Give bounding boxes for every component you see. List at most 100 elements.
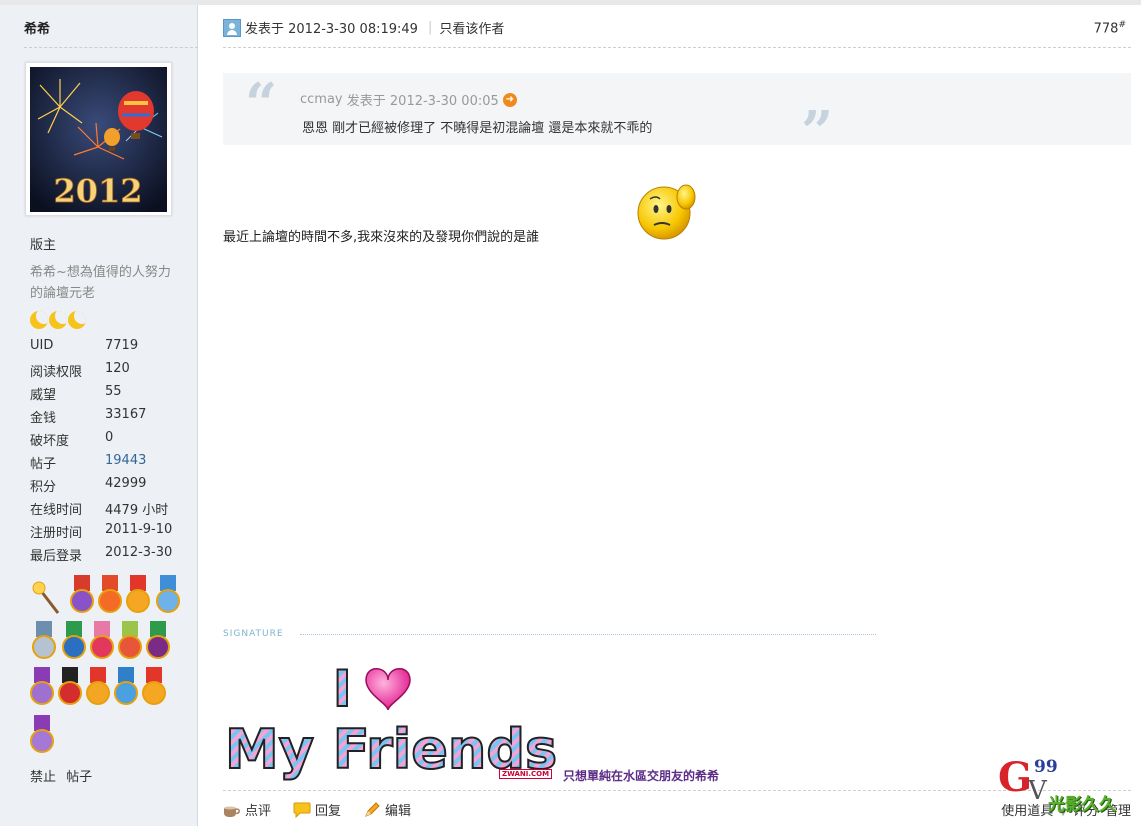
medal-icon[interactable] xyxy=(58,667,82,707)
signature-image: I My Friends! xyxy=(224,659,558,782)
moon-icon xyxy=(68,311,86,329)
stat-label: 在线时间 xyxy=(30,503,83,518)
medal-icon[interactable] xyxy=(32,621,56,661)
medal-icon[interactable] xyxy=(86,667,110,707)
ban-link[interactable]: 禁止 xyxy=(30,770,56,785)
stat-value: 2011-9-10 xyxy=(105,522,173,537)
stat-label: 注册时间 xyxy=(30,526,83,541)
medal-icon[interactable] xyxy=(156,575,180,615)
goto-quote-icon[interactable]: ➜ xyxy=(502,92,517,107)
watermark-text: 光影久久 xyxy=(1048,795,1116,815)
stat-value: 42999 xyxy=(105,476,147,491)
stat-label: 威望 xyxy=(30,388,57,403)
stat-value: 0 xyxy=(105,430,114,445)
signature-label: SIGNATURE xyxy=(223,629,284,639)
medal-icon[interactable] xyxy=(142,667,166,707)
medal-icon[interactable] xyxy=(90,621,114,661)
stat-label: 阅读权限 xyxy=(30,365,83,380)
header-separator: | xyxy=(427,20,433,35)
stat-row: 破坏度 0 xyxy=(30,430,190,453)
quote-body: 恩恩 剛才已經被修理了 不曉得是初混論壇 還是本來就不乖的 xyxy=(302,121,653,136)
stat-value: 33167 xyxy=(105,407,147,422)
medal-icon[interactable] xyxy=(62,621,86,661)
floor-mark: # xyxy=(1118,20,1126,30)
stat-row: 在线时间 4479 小时 xyxy=(30,499,190,522)
stat-row: UID 7719 xyxy=(30,338,190,361)
stat-row: 威望 55 xyxy=(30,384,190,407)
stat-label: 破坏度 xyxy=(30,434,70,449)
edit-button[interactable]: 编辑 xyxy=(363,800,411,819)
stat-label: 积分 xyxy=(30,480,57,495)
edit-label: 编辑 xyxy=(385,804,412,819)
author-role: 版主 xyxy=(30,238,57,253)
only-author-link[interactable]: 只看该作者 xyxy=(439,18,504,37)
quote-block: “ ccmay 发表于 2012-3-30 00:05 ➜ 恩恩 剛才已經被修理… xyxy=(223,71,1131,165)
watermark-v: V xyxy=(1028,776,1047,806)
coffee-cup-icon xyxy=(224,806,240,817)
stat-label: 最后登录 xyxy=(30,549,83,564)
quote-time: 发表于 2012-3-30 00:05 xyxy=(346,94,499,109)
zwani-badge: ZWANI.COM xyxy=(499,769,553,779)
signature-image-line1: I xyxy=(333,660,352,718)
author-title-line2: 的論壇元老 xyxy=(30,286,96,301)
close-quote-icon: ” xyxy=(801,99,834,165)
sidebar-divider xyxy=(24,47,198,48)
author-stats: UID 7719 阅读权限 120 威望 55 金钱 33167 破坏度 0 帖… xyxy=(30,338,190,568)
post-main: 发表于 2012-3-30 08:19:49 | 只看该作者 778# “ cc… xyxy=(198,5,1141,826)
post-header: 发表于 2012-3-30 08:19:49 | 只看该作者 xyxy=(223,18,504,37)
floor-number[interactable]: 778# xyxy=(1094,20,1126,36)
post-timestamp: 发表于 2012-3-30 08:19:49 xyxy=(245,22,418,37)
medal-icon[interactable] xyxy=(126,575,150,615)
post-body: 最近上論壇的時間不多,我來沒來的及發現你們說的是誰 xyxy=(223,230,540,245)
moon-icon xyxy=(49,311,67,329)
thinking-smiley-icon xyxy=(637,184,696,240)
stat-row: 注册时间 2011-9-10 xyxy=(30,522,190,545)
avatar-year-text: 2012 xyxy=(53,172,142,210)
medal-icon[interactable] xyxy=(98,575,122,615)
site-watermark-logo: G 99 V 光影久久 xyxy=(998,754,1138,815)
moon-icon xyxy=(30,311,48,329)
watermark-99: 99 xyxy=(1034,757,1058,777)
stat-value: 7719 xyxy=(105,338,139,353)
medal-icon[interactable] xyxy=(146,621,170,661)
stat-row: 积分 42999 xyxy=(30,476,190,499)
user-icon xyxy=(223,18,241,37)
floor-value: 778 xyxy=(1093,21,1119,37)
post-actions: 点评 回复 编辑 xyxy=(223,800,433,819)
stat-row: 金钱 33167 xyxy=(30,407,190,430)
stat-row: 最后登录 2012-3-30 xyxy=(30,545,190,568)
author-name[interactable]: 希希 xyxy=(24,18,50,37)
medal-icon[interactable] xyxy=(70,575,94,615)
pencil-icon xyxy=(365,801,380,817)
stat-row: 阅读权限 120 xyxy=(30,361,190,384)
avatar: 2012 xyxy=(30,67,167,212)
header-divider xyxy=(223,47,1131,48)
stat-row: 帖子 19443 xyxy=(30,453,190,476)
wand-medal-icon[interactable] xyxy=(32,579,60,619)
medal-icon[interactable] xyxy=(30,667,54,707)
medal-icon[interactable] xyxy=(114,667,138,707)
avatar-frame[interactable]: 2012 xyxy=(25,62,172,216)
signature-divider xyxy=(300,634,876,635)
medal-icon[interactable] xyxy=(30,715,54,755)
medal-icon[interactable] xyxy=(118,621,142,661)
posts-link[interactable]: 帖子 xyxy=(66,770,92,785)
rank-moons xyxy=(30,311,86,329)
signature-caption: 只想單純在水區交朋友的希希 xyxy=(563,769,720,783)
author-sidebar: 希希 2012 版主 希希~想為值得的人努力 的論壇元老 UID 7719 阅读… xyxy=(0,5,198,826)
rate-label: 点评 xyxy=(245,804,272,819)
stat-label: UID xyxy=(30,338,54,353)
rate-button[interactable]: 点评 xyxy=(223,800,271,819)
quote-meta: ccmay 发表于 2012-3-30 00:05 ➜ xyxy=(300,90,517,109)
stat-value: 4479 小时 xyxy=(105,503,169,518)
author-title-line1: 希希~想為值得的人努力 xyxy=(30,265,171,280)
reply-label: 回复 xyxy=(315,804,342,819)
open-quote-icon: “ xyxy=(245,71,278,137)
stat-label: 帖子 xyxy=(30,457,57,472)
reply-button[interactable]: 回复 xyxy=(293,800,341,819)
stat-value: 2012-3-30 xyxy=(105,545,173,560)
post-count-link[interactable]: 19443 xyxy=(105,453,146,476)
stat-label: 金钱 xyxy=(30,411,57,426)
speech-bubble-icon xyxy=(293,802,311,818)
quote-author: ccmay xyxy=(300,92,343,107)
